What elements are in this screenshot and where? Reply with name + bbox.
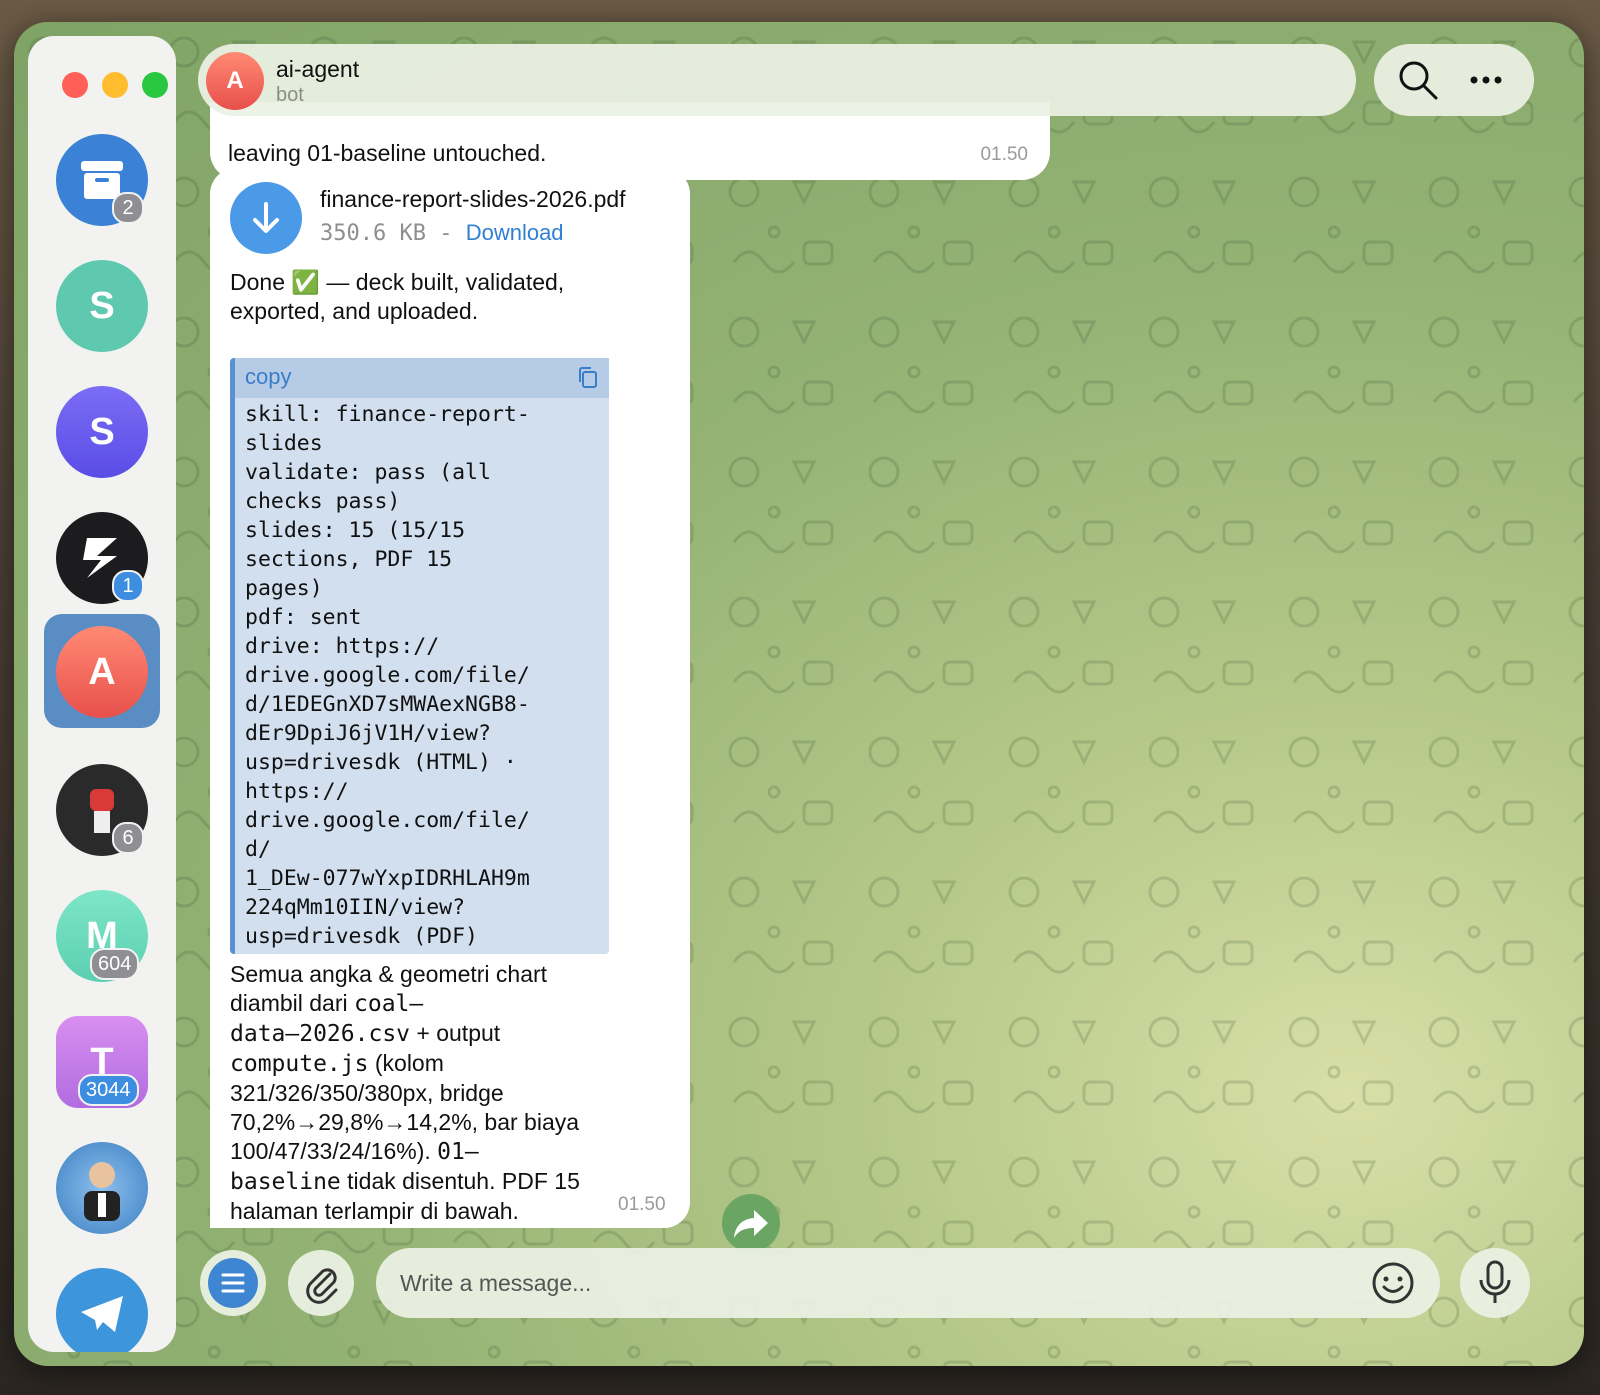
outro-line: data–2026.csv + output — [230, 1019, 580, 1049]
forward-button[interactable] — [722, 1194, 780, 1252]
download-icon[interactable] — [230, 182, 302, 254]
more-icon[interactable] — [1468, 68, 1508, 92]
outro-line: baseline tidak disentuh. PDF 15 — [230, 1167, 580, 1197]
message-outro: Semua angka & geometri chart diambil dar… — [230, 960, 580, 1226]
zoom-window-button[interactable] — [142, 72, 168, 98]
inline-code: baseline — [230, 1169, 341, 1195]
file-name[interactable]: finance-report-slides-2026.pdf — [320, 186, 626, 213]
outro-line: 70,2%→29,8%→14,2%, bar biaya — [230, 1109, 580, 1135]
outro-text: + output — [410, 1020, 501, 1046]
menu-button[interactable] — [200, 1250, 266, 1316]
paperclip-icon — [306, 1268, 338, 1304]
message-time: 01.50 — [980, 144, 1028, 165]
unread-badge: 3044 — [78, 1074, 139, 1106]
message-bubble[interactable]: finance-report-slides-2026.pdf 350.6 KB … — [210, 168, 690, 1228]
unread-badge: 1 — [112, 570, 144, 602]
sidebar-item-chat-person[interactable] — [28, 1130, 176, 1246]
code-content[interactable]: skill: finance-report- slides validate: … — [245, 400, 530, 951]
outro-line: 321/326/350/380px, bridge — [230, 1080, 504, 1106]
message-composer — [376, 1248, 1440, 1318]
outro-line: halaman terlampir di bawah. — [230, 1198, 519, 1224]
inline-code: compute.js — [230, 1051, 369, 1077]
message-intro: Done ✅ — deck built, validated, exported… — [230, 269, 565, 324]
outro-text: 100/47/33/24/16%). — [230, 1138, 438, 1164]
header-avatar[interactable]: A — [206, 52, 264, 110]
code-block: copy skill: finance-report- slides valid… — [230, 358, 609, 954]
sidebar-item-telegram[interactable] — [28, 1256, 176, 1352]
attach-button[interactable] — [288, 1250, 354, 1316]
chat-sidebar: 2 S S 1 A 6 M 604 T 3044 — [28, 36, 176, 1352]
minimize-window-button[interactable] — [102, 72, 128, 98]
microphone-icon — [1479, 1260, 1511, 1303]
inline-code: 01– — [437, 1139, 479, 1165]
outro-line: compute.js (kolom — [230, 1049, 580, 1079]
outro-text: tidak disentuh. PDF 15 — [340, 1168, 580, 1194]
emoji-icon[interactable] — [1370, 1260, 1416, 1306]
code-block-header: copy — [235, 358, 609, 398]
copy-icon[interactable] — [577, 366, 599, 390]
menu-icon — [208, 1258, 258, 1308]
file-meta: 350.6 KB - Download — [320, 220, 564, 246]
avatar: S — [56, 386, 148, 478]
message-input[interactable] — [398, 1260, 1362, 1306]
telegram-logo-icon — [56, 1268, 148, 1352]
unread-badge: 2 — [112, 192, 144, 224]
inline-code: data–2026.csv — [230, 1021, 411, 1047]
person-avatar-icon — [56, 1142, 148, 1234]
avatar: S — [56, 260, 148, 352]
outro-text: diambil dari — [230, 990, 354, 1016]
download-link[interactable]: Download — [466, 220, 564, 245]
outro-line: 100/47/33/24/16%). 01– — [230, 1137, 580, 1167]
header-actions — [1374, 44, 1534, 116]
telegram-window: 2 S S 1 A 6 M 604 T 3044 leaving 01-base… — [14, 22, 1584, 1366]
chat-subtitle: bot — [276, 84, 304, 106]
inline-code: coal– — [354, 991, 424, 1017]
chat-header[interactable]: A ai-agent bot — [198, 44, 1356, 116]
sidebar-item-chat-s-dark[interactable]: 1 — [28, 500, 176, 616]
forward-icon — [734, 1210, 768, 1238]
close-window-button[interactable] — [62, 72, 88, 98]
outro-text: (kolom — [368, 1050, 444, 1076]
outro-line: diambil dari coal– — [230, 989, 580, 1019]
avatar: A — [56, 626, 148, 718]
file-size: 350.6 KB - — [320, 221, 466, 246]
chat-title: ai-agent — [276, 56, 360, 82]
sidebar-item-chat-t[interactable]: T 3044 — [28, 1004, 176, 1120]
sidebar-item-chat-fist[interactable]: 6 — [28, 752, 176, 868]
message-time: 01.50 — [618, 1194, 666, 1215]
message-text: leaving 01-baseline untouched. — [228, 140, 547, 166]
sidebar-item-ai-agent[interactable]: A — [28, 612, 176, 728]
unread-badge: 6 — [112, 822, 144, 854]
search-icon[interactable] — [1396, 58, 1440, 102]
sidebar-item-archive[interactable]: 2 — [28, 122, 176, 238]
sidebar-item-chat-m[interactable]: M 604 — [28, 878, 176, 994]
voice-button[interactable] — [1460, 1248, 1530, 1318]
sidebar-item-chat-s-teal[interactable]: S — [28, 248, 176, 364]
unread-badge: 604 — [90, 948, 140, 980]
outro-line: Semua angka & geometri chart — [230, 961, 548, 987]
code-block-label: copy — [245, 364, 292, 389]
sidebar-item-chat-s-purple[interactable]: S — [28, 374, 176, 490]
